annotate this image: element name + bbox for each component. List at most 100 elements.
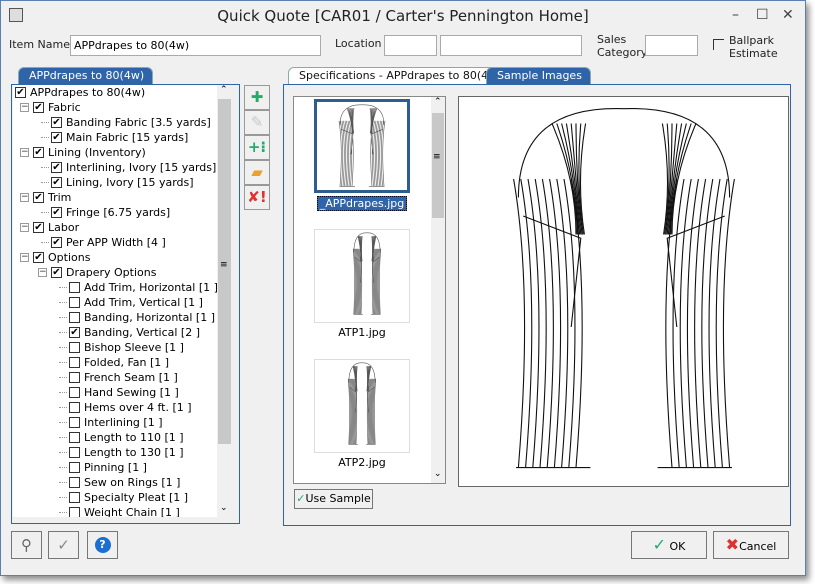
tree-item[interactable]: ✔ Main Fabric [15 yards] (13, 130, 217, 145)
tree-item[interactable]: − ✔ Drapery Options (13, 265, 217, 280)
tab-specifications[interactable]: Specifications - APPdrapes to 80(4w) (288, 67, 511, 84)
tree-item-label: Weight Chain [1 ] (84, 506, 180, 517)
tree-checkbox[interactable]: ✔ (69, 327, 80, 338)
collapse-icon[interactable]: − (20, 253, 29, 262)
tree-checkbox[interactable]: ✔ (51, 237, 62, 248)
location-name-input[interactable] (440, 35, 582, 56)
tree-item[interactable]: − ✔ Options (13, 250, 217, 265)
search-button[interactable]: ⚲ (11, 531, 42, 559)
tree-item[interactable]: Add Trim, Horizontal [1 ] (13, 280, 218, 295)
tree-checkbox[interactable] (69, 447, 80, 458)
tree-checkbox[interactable]: ✔ (33, 192, 44, 203)
tree-item[interactable]: Hems over 4 ft. [1 ] (13, 400, 217, 415)
cancel-button[interactable]: ✖Cancel (713, 531, 789, 559)
spellcheck-button[interactable]: ✓ (48, 531, 79, 559)
tree-item[interactable]: Weight Chain [1 ] (13, 505, 217, 517)
tree-item[interactable]: ✔ APPdrapes to 80(4w) (13, 85, 217, 100)
collapse-icon[interactable]: − (20, 223, 29, 232)
tree-checkbox[interactable]: ✔ (33, 252, 44, 263)
tree-item[interactable]: − ✔ Fabric (13, 100, 217, 115)
location-code-input[interactable] (384, 35, 437, 56)
tree-checkbox[interactable] (69, 297, 80, 308)
collapse-icon[interactable]: − (20, 193, 29, 202)
tree-checkbox[interactable] (69, 432, 80, 443)
tree-checkbox[interactable]: ✔ (51, 132, 62, 143)
tree-checkbox[interactable]: ✔ (51, 267, 62, 278)
ok-button[interactable]: ✓ OK (631, 531, 707, 559)
tree-item[interactable]: − ✔ Lining (Inventory) (13, 145, 217, 160)
tree-checkbox[interactable] (69, 312, 80, 323)
collapse-icon[interactable]: − (38, 268, 47, 277)
tree-checkbox[interactable] (69, 357, 80, 368)
tree-checkbox[interactable] (69, 372, 80, 383)
tree-item[interactable]: French Seam [1 ] (13, 370, 217, 385)
tree-item[interactable]: Hand Sewing [1 ] (13, 385, 217, 400)
tree-checkbox[interactable]: ✔ (33, 222, 44, 233)
use-sample-button[interactable]: ✓Use Sample (294, 489, 373, 509)
add-folder-button[interactable]: ▰ (244, 160, 270, 185)
tree-item[interactable]: ✔ Interlining, Ivory [15 yards] (13, 160, 217, 175)
tree-checkbox[interactable] (69, 477, 80, 488)
tree-item[interactable]: ✔ Per APP Width [4 ] (13, 235, 217, 250)
tree-item[interactable]: Length to 110 [1 ] (13, 430, 217, 445)
tree-checkbox[interactable] (69, 342, 80, 353)
tree-checkbox[interactable]: ✔ (51, 117, 62, 128)
edit-pencil-button[interactable]: ✎ (244, 110, 270, 135)
tree-checkbox[interactable] (69, 507, 80, 517)
maximize-button[interactable]: ☐ (756, 7, 769, 23)
tree-checkbox[interactable] (69, 387, 80, 398)
tree-item[interactable]: − ✔ Trim (13, 190, 217, 205)
tree-scrollbar[interactable]: ⌃ ≡ ⌄ (217, 85, 232, 517)
tree-tab[interactable]: APPdrapes to 80(4w) (18, 67, 154, 84)
thumbnail-scroll-thumb[interactable] (432, 113, 444, 218)
thumbnail-item[interactable]: _APPdrapes.jpg (312, 99, 412, 217)
close-button[interactable]: ✕ (782, 7, 794, 23)
tree-item[interactable]: Length to 130 [1 ] (13, 445, 217, 460)
tree-item[interactable]: Sew on Rings [1 ] (13, 475, 217, 490)
tree-checkbox[interactable]: ✔ (51, 162, 62, 173)
tree-item[interactable]: Pinning [1 ] (13, 460, 217, 475)
tree-item[interactable]: Add Trim, Vertical [1 ] (13, 295, 217, 310)
tree-checkbox[interactable]: ✔ (51, 207, 62, 218)
delete-button[interactable]: ✘! (244, 185, 270, 210)
add-button[interactable]: ✚ (244, 85, 270, 110)
tree-item[interactable]: − ✔ Labor (13, 220, 217, 235)
tree-item[interactable]: Specialty Pleat [1 ] (13, 490, 217, 505)
grip-icon: ≡ (433, 152, 441, 162)
scroll-up-icon[interactable]: ⌃ (434, 97, 442, 107)
tree-checkbox[interactable] (69, 402, 80, 413)
tree-item[interactable]: ✔ Banding, Vertical [2 ] (13, 325, 217, 340)
tree-checkbox[interactable]: ✔ (15, 87, 26, 98)
tree-item[interactable]: Interlining [1 ] (13, 415, 217, 430)
collapse-icon[interactable]: − (20, 103, 29, 112)
tree-item[interactable]: ✔ Lining, Ivory [15 yards] (13, 175, 217, 190)
tree-checkbox[interactable] (69, 462, 80, 473)
tree-item[interactable]: Banding, Horizontal [1 ] (13, 310, 217, 325)
item-name-input[interactable]: APPdrapes to 80(4w) (70, 35, 321, 56)
tree-checkbox[interactable]: ✔ (33, 147, 44, 158)
tree-checkbox[interactable]: ✔ (33, 102, 44, 113)
tree-checkbox[interactable]: ✔ (51, 177, 62, 188)
collapse-icon[interactable]: − (20, 148, 29, 157)
tree-checkbox[interactable] (69, 282, 80, 293)
scroll-up-icon[interactable]: ⌃ (220, 85, 228, 95)
sales-category-input[interactable] (645, 35, 698, 56)
tree-checkbox[interactable] (69, 417, 80, 428)
ballpark-checkbox[interactable] (713, 39, 724, 50)
thumbnail-item[interactable]: ATP1.jpg (312, 229, 412, 347)
tab-sample-images[interactable]: Sample Images (486, 67, 591, 84)
help-button[interactable]: ? (87, 531, 118, 559)
tree-scroll-thumb[interactable] (218, 99, 231, 444)
tree-item[interactable]: Bishop Sleeve [1 ] (13, 340, 217, 355)
add-folder-icon: ▰ (251, 163, 263, 181)
tree-item[interactable]: ✔ Fringe [6.75 yards] (13, 205, 217, 220)
minimize-button[interactable]: – (732, 7, 739, 23)
tree-item[interactable]: ✔ Banding Fabric [3.5 yards] (13, 115, 217, 130)
add-list-button[interactable]: +⁝ (244, 135, 270, 160)
scroll-down-icon[interactable]: ⌄ (434, 469, 442, 479)
thumbnail-item[interactable]: ATP2.jpg (312, 359, 412, 477)
thumbnail-scrollbar[interactable]: ⌃ ≡ ⌄ (431, 97, 445, 483)
tree-checkbox[interactable] (69, 492, 80, 503)
scroll-down-icon[interactable]: ⌄ (220, 503, 228, 513)
tree-item[interactable]: Folded, Fan [1 ] (13, 355, 217, 370)
